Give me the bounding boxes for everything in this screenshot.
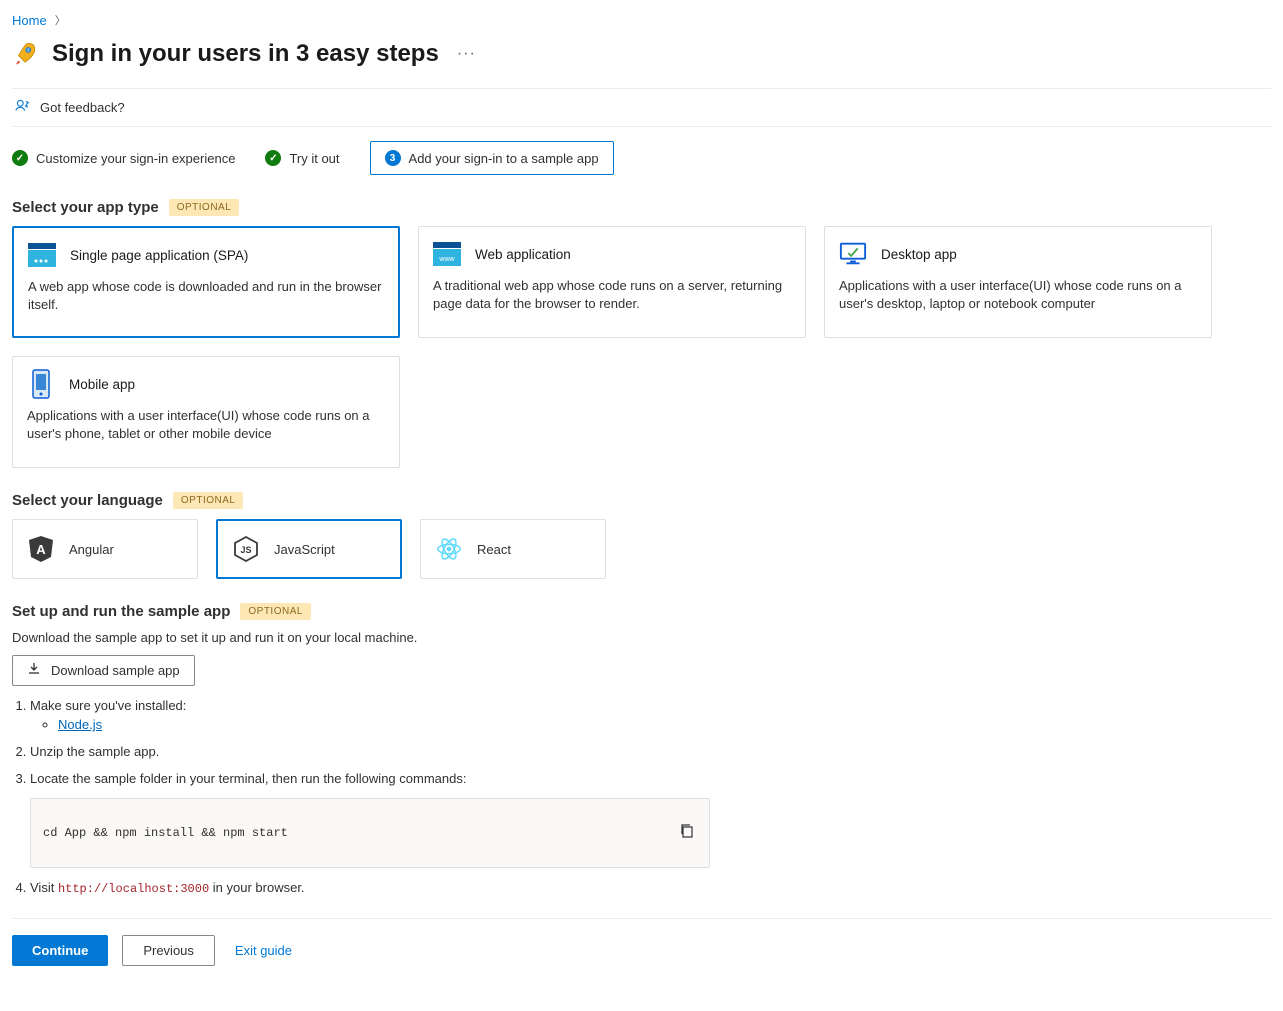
card-angular[interactable]: A Angular [12,519,198,579]
card-title: Single page application (SPA) [70,248,248,263]
breadcrumb-home[interactable]: Home [12,13,47,28]
command-bar: Got feedback? [12,88,1271,127]
section-setup-header: Set up and run the sample app OPTIONAL [12,597,1271,630]
section-app-type-header: Select your app type OPTIONAL [12,193,1271,226]
svg-text:A: A [36,542,46,557]
list-item: Node.js [58,717,1271,732]
setup-subtext: Download the sample app to set it up and… [12,630,1271,655]
step-label: Try it out [289,151,339,166]
previous-button[interactable]: Previous [122,935,215,966]
step-add-signin[interactable]: 3 Add your sign-in to a sample app [370,141,614,175]
card-description: Applications with a user interface(UI) w… [27,407,385,442]
javascript-icon: JS [232,535,260,563]
more-button[interactable]: ··· [453,45,480,63]
list-item: Unzip the sample app. [30,744,1271,759]
card-description: A web app whose code is downloaded and r… [28,278,384,313]
optional-badge: OPTIONAL [169,199,240,216]
optional-badge: OPTIONAL [240,603,311,620]
check-icon [12,150,28,166]
list-item: Make sure you've installed: Node.js [30,698,1271,732]
language-cards: A Angular JS JavaScript [12,519,1271,597]
svg-text:www: www [438,256,455,263]
optional-badge: OPTIONAL [173,492,244,509]
instruction-text: in your browser. [209,880,304,895]
wizard-footer: Continue Previous Exit guide [12,918,1271,984]
instruction-text: Locate the sample folder in your termina… [30,771,466,786]
step-customize[interactable]: Customize your sign-in experience [12,150,235,166]
got-feedback-label: Got feedback? [40,100,125,115]
section-title: Select your app type [12,199,159,216]
card-title: Desktop app [881,247,957,262]
code-text: cd App && npm install && npm start [43,826,288,840]
step-try-it-out[interactable]: Try it out [265,150,339,166]
page-header: Sign in your users in 3 easy steps ··· [12,40,1271,88]
page-title: Sign in your users in 3 easy steps [52,40,439,68]
download-icon [27,662,41,679]
instruction-text: Make sure you've installed: [30,698,186,713]
react-icon [435,535,463,563]
angular-icon: A [27,535,55,563]
chevron-right-icon: 〉 [55,12,66,28]
continue-button[interactable]: Continue [12,935,108,966]
card-react[interactable]: React [420,519,606,579]
step-label: Customize your sign-in experience [36,151,235,166]
app-type-cards: Single page application (SPA) A web app … [12,226,1271,486]
check-icon [265,150,281,166]
instruction-list: Make sure you've installed: Node.js Unzi… [12,698,1271,896]
mobile-icon [27,371,55,397]
svg-text:JS: JS [240,545,251,555]
nodejs-link[interactable]: Node.js [58,717,102,732]
wizard-steps: Customize your sign-in experience Try it… [12,127,1271,193]
card-title: Angular [69,542,114,557]
card-description: A traditional web app whose code runs on… [433,277,791,312]
list-item: Visit http://localhost:3000 in your brow… [30,880,1271,896]
breadcrumb: Home 〉 [12,10,1271,40]
list-item: Locate the sample folder in your termina… [30,771,1271,868]
card-desktop-app[interactable]: Desktop app Applications with a user int… [824,226,1212,338]
web-icon: www [433,241,461,267]
card-description: Applications with a user interface(UI) w… [839,277,1197,312]
desktop-icon [839,241,867,267]
card-mobile-app[interactable]: Mobile app Applications with a user inte… [12,356,400,468]
localhost-url: http://localhost:3000 [58,882,209,896]
section-title: Select your language [12,492,163,509]
rocket-icon [12,41,38,67]
exit-guide-link[interactable]: Exit guide [229,943,292,958]
card-title: Mobile app [69,377,135,392]
got-feedback-button[interactable]: Got feedback? [14,97,125,118]
step-number-badge: 3 [385,150,401,166]
feedback-icon [14,97,32,118]
download-sample-label: Download sample app [51,663,180,678]
card-web-application[interactable]: www Web application A traditional web ap… [418,226,806,338]
card-javascript[interactable]: JS JavaScript [216,519,402,579]
card-spa[interactable]: Single page application (SPA) A web app … [12,226,400,338]
card-title: JavaScript [274,542,335,557]
copy-icon [679,823,695,839]
spa-icon [28,242,56,268]
section-title: Set up and run the sample app [12,603,230,620]
code-block: cd App && npm install && npm start [30,798,710,868]
section-language-header: Select your language OPTIONAL [12,486,1271,519]
card-title: Web application [475,247,571,262]
instruction-text: Visit [30,880,58,895]
copy-button[interactable] [677,821,697,845]
download-sample-button[interactable]: Download sample app [12,655,195,686]
card-title: React [477,542,511,557]
step-label: Add your sign-in to a sample app [409,151,599,166]
